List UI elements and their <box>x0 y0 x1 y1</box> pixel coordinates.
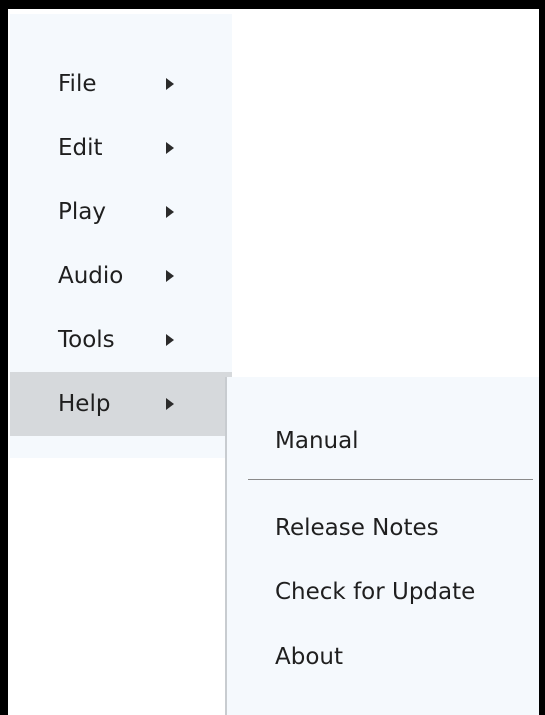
submenu-arrow-icon <box>166 78 174 90</box>
submenu-item-check-for-update[interactable]: Check for Update <box>227 563 539 621</box>
main-menu: File Edit Play Audio Tools Help <box>10 14 232 458</box>
menu-item-file[interactable]: File <box>10 52 232 116</box>
submenu-item-label: Check for Update <box>275 579 476 605</box>
menu-separator <box>248 479 533 480</box>
menu-item-label: File <box>58 71 97 97</box>
menu-item-play[interactable]: Play <box>10 180 232 244</box>
help-submenu: Manual Release Notes Check for Update Ab… <box>225 377 539 715</box>
submenu-item-about[interactable]: About <box>227 628 539 686</box>
submenu-arrow-icon <box>166 398 174 410</box>
submenu-item-label: Manual <box>275 428 359 454</box>
app-window: File Edit Play Audio Tools Help Manual R… <box>0 0 545 715</box>
menu-item-help[interactable]: Help <box>10 372 232 436</box>
submenu-arrow-icon <box>166 142 174 154</box>
submenu-item-label: About <box>275 644 344 670</box>
menu-item-label: Edit <box>58 135 103 161</box>
submenu-item-label: Release Notes <box>275 515 439 541</box>
submenu-arrow-icon <box>166 334 174 346</box>
menu-item-label: Tools <box>58 327 115 353</box>
submenu-arrow-icon <box>166 206 174 218</box>
menu-item-label: Audio <box>58 263 124 289</box>
submenu-item-manual[interactable]: Manual <box>227 412 539 470</box>
submenu-arrow-icon <box>166 270 174 282</box>
menu-item-edit[interactable]: Edit <box>10 116 232 180</box>
menu-item-tools[interactable]: Tools <box>10 308 232 372</box>
menu-item-label: Help <box>58 391 111 417</box>
submenu-item-release-notes[interactable]: Release Notes <box>227 499 539 557</box>
menu-item-audio[interactable]: Audio <box>10 244 232 308</box>
menu-item-label: Play <box>58 199 106 225</box>
